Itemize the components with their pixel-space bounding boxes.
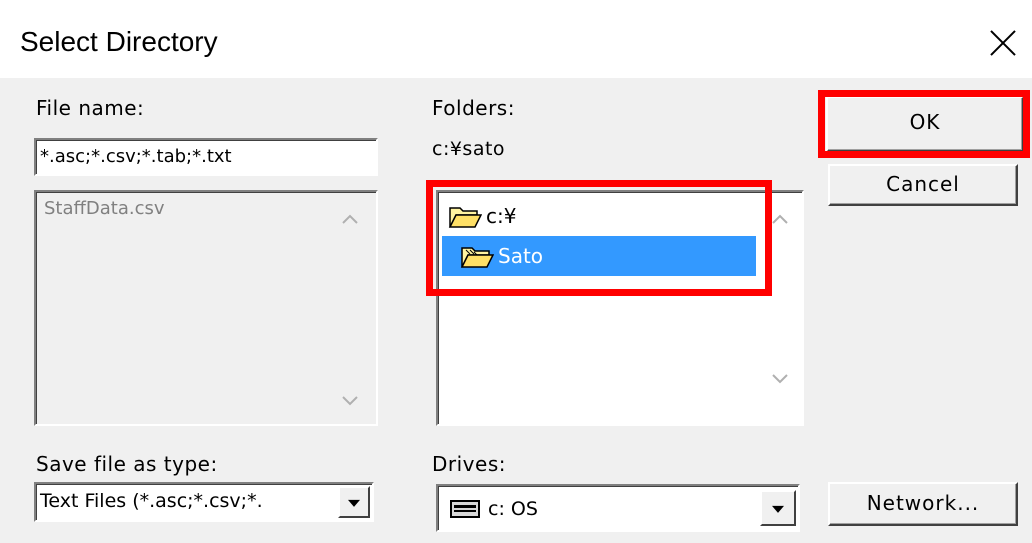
drive-icon — [450, 500, 480, 518]
drives-select[interactable]: c: OS — [436, 484, 800, 532]
window-title: Select Directory — [20, 26, 218, 57]
save-type-select[interactable]: Text Files (*.asc;*.csv;*. — [34, 482, 374, 522]
folders-label: Folders: — [432, 96, 515, 120]
chevron-up-icon[interactable] — [340, 210, 360, 230]
file-name-label: File name: — [36, 96, 145, 120]
folder-icon — [460, 247, 494, 268]
tree-item-label: c:¥ — [486, 204, 517, 228]
current-path: c:¥sato — [432, 138, 506, 160]
save-type-value: Text Files (*.asc;*.csv;*. — [40, 490, 263, 512]
title-bar: Select Directory — [0, 0, 1032, 78]
drives-label: Drives: — [432, 452, 506, 476]
chevron-down-icon[interactable] — [770, 368, 790, 388]
folder-open-icon — [448, 207, 482, 228]
file-name-input[interactable]: *.asc;*.csv;*.tab;*.txt — [34, 138, 378, 176]
save-type-label: Save file as type: — [36, 452, 218, 476]
file-list[interactable]: StaffData.csv — [34, 190, 378, 426]
cancel-button[interactable]: Cancel — [828, 164, 1018, 206]
drives-value: c: OS — [488, 498, 538, 520]
chevron-down-icon[interactable] — [338, 486, 370, 518]
tree-item-root[interactable]: c:¥ — [448, 196, 748, 236]
chevron-down-icon[interactable] — [340, 390, 360, 410]
chevron-down-icon[interactable] — [760, 490, 796, 526]
tree-item-label: Sato — [498, 244, 544, 268]
close-icon[interactable] — [978, 18, 1028, 68]
list-item: StaffData.csv — [44, 198, 165, 219]
network-button[interactable]: Network... — [828, 482, 1018, 526]
tree-item-sato[interactable]: Sato — [442, 236, 756, 276]
folder-tree[interactable]: c:¥ Sato — [436, 190, 804, 426]
select-directory-dialog: Select Directory File name: *.asc;*.csv;… — [0, 0, 1032, 543]
chevron-up-icon[interactable] — [770, 210, 790, 230]
ok-button[interactable]: OK — [826, 96, 1024, 152]
file-name-value: *.asc;*.csv;*.tab;*.txt — [40, 146, 232, 167]
